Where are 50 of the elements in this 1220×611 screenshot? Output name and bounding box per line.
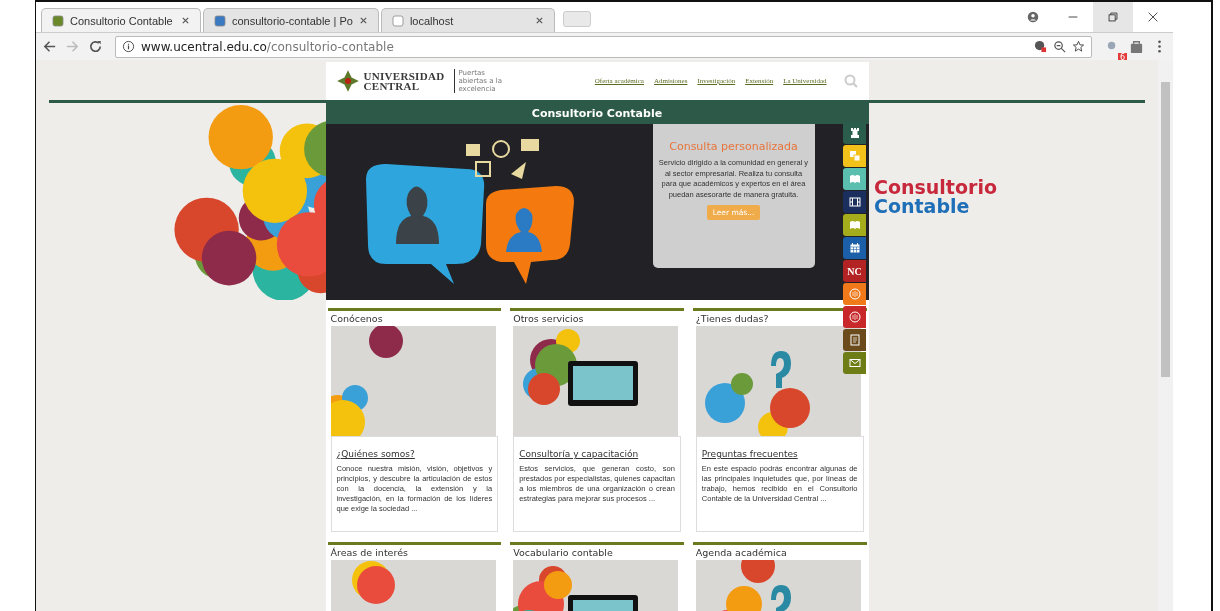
scrollbar[interactable] [1158,60,1173,611]
card-title: Otros servicios [512,312,585,326]
side-link[interactable] [843,237,866,259]
side-link[interactable]: NC [843,260,866,282]
cards-icon [848,150,861,162]
close-icon[interactable] [1146,10,1160,24]
address-field[interactable]: www.ucentral.edu.co/consultorio-contable [115,35,1092,58]
card-title: Vocabulario contable [512,546,614,560]
section-title: Consultorio Contable [325,103,869,124]
browser-tab[interactable]: consultorio-contable | Po [203,8,379,32]
reload-icon[interactable] [88,39,103,54]
card-link[interactable]: ¿Quiénes somos? [336,449,415,459]
university-logo[interactable]: UNIVERSIDAD CENTRAL [335,69,445,93]
scroll-thumb[interactable] [1161,82,1170,377]
calendar-icon [848,242,861,254]
card-title: ¿Tienes dudas? [694,312,770,326]
book-icon [848,173,861,185]
rook-icon [848,127,861,139]
film-icon [848,196,861,208]
document-icon [848,334,861,346]
side-link[interactable] [843,122,866,144]
favicon-icon [52,14,64,27]
restore-icon[interactable] [1106,10,1120,24]
mail-icon [848,357,861,369]
back-icon[interactable] [42,39,57,54]
browser-tab[interactable]: localhost [380,8,555,32]
zoom-out-icon[interactable] [1053,40,1066,53]
panel-title: Consulta personalizada [669,140,798,153]
card-link[interactable]: Preguntas frecuentes [701,449,798,459]
profile-icon[interactable] [1026,10,1040,24]
favicon-icon [391,14,404,27]
seal-icon [848,311,861,323]
favicon-icon [214,14,226,27]
card-title: Áreas de interés [329,546,409,560]
book-icon [848,219,861,231]
card-title: Conócenos [329,312,384,326]
shopping-bag-icon[interactable] [1129,39,1144,54]
info-icon [122,40,135,53]
star-icon[interactable] [1072,40,1085,53]
close-icon[interactable] [358,16,368,25]
flower-icon [335,69,360,93]
card-title: Agenda académica [694,546,788,560]
close-icon[interactable] [534,16,544,25]
brand-title: Consultorio [874,178,997,197]
card-link[interactable]: Consultoría y capacitación [519,449,639,459]
browser-tab[interactable]: Consultorio Contable [41,8,201,32]
close-icon[interactable] [181,16,190,25]
side-link[interactable] [843,191,866,213]
brand-title: Contable [874,197,971,216]
seal-icon [848,288,861,300]
